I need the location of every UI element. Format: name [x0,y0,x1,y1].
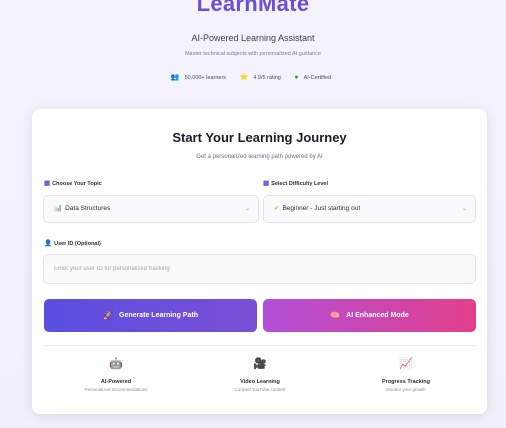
difficulty-select[interactable]: ✔ Beginner - Just starting out ⌄ [263,195,476,223]
level-icon: ▦ [263,180,270,187]
chart-icon: 📈 [399,358,413,370]
brain-icon: 🧠 [330,311,341,320]
divider [44,345,476,346]
stat-learners: 👥 50,000+ learners [170,74,227,81]
tagline: AI-Powered Learning Assistant [191,33,315,43]
topic-value: Data Structures [65,205,111,212]
robot-icon: 🤖 [109,358,123,370]
people-icon: 👥 [170,74,180,81]
difficulty-value-icon: ✔ [274,205,280,212]
stat-certified: ● AI-Certified [294,74,332,81]
generate-learning-path-button[interactable]: 🚀 Generate Learning Path [44,299,257,332]
difficulty-label: ▦ Select Difficulty Level [263,180,329,187]
book-icon: ▦ [44,180,51,187]
user-id-label: 👤 User ID (Optional) [44,240,101,247]
feature-video-learning: 🎥 Video Learning Curated YouTube content [200,357,320,392]
card-subtitle: Get a personalized learning path powered… [196,154,323,160]
topic-label: ▦ Choose Your Topic [44,180,102,187]
ai-certified-icon: ● [294,74,299,81]
rocket-icon: 🚀 [103,311,113,320]
topic-select[interactable]: 📊 Data Structures ⌄ [43,195,259,223]
card-title: Start Your Learning Journey [172,130,347,145]
user-icon: 👤 [44,240,53,247]
topic-value-icon: 📊 [54,205,63,212]
stat-rating: ⭐ 4.9/5 rating [239,74,281,81]
subtagline: Master technical subjects with personali… [184,51,322,57]
video-icon: 🎥 [253,358,267,370]
feature-progress-tracking: 📈 Progress Tracking Monitor your growth [346,357,466,392]
star-icon: ⭐ [239,74,249,81]
difficulty-value: Beginner - Just starting out [282,205,361,212]
feature-ai-powered: 🤖 AI-Powered Personalized recommendation… [56,357,176,392]
learning-card: Start Your Learning Journey Get a person… [32,109,487,414]
stats-bar: 👥 50,000+ learners ⭐ 4.9/5 rating ● AI-Cert… [0,73,506,81]
brand-title: LearnMate [196,0,310,16]
chevron-down-icon: ⌄ [461,206,467,212]
ai-enhanced-mode-button[interactable]: 🧠 AI Enhanced Mode [263,299,476,332]
chevron-down-icon: ⌄ [244,206,250,212]
user-id-input[interactable] [43,254,476,284]
